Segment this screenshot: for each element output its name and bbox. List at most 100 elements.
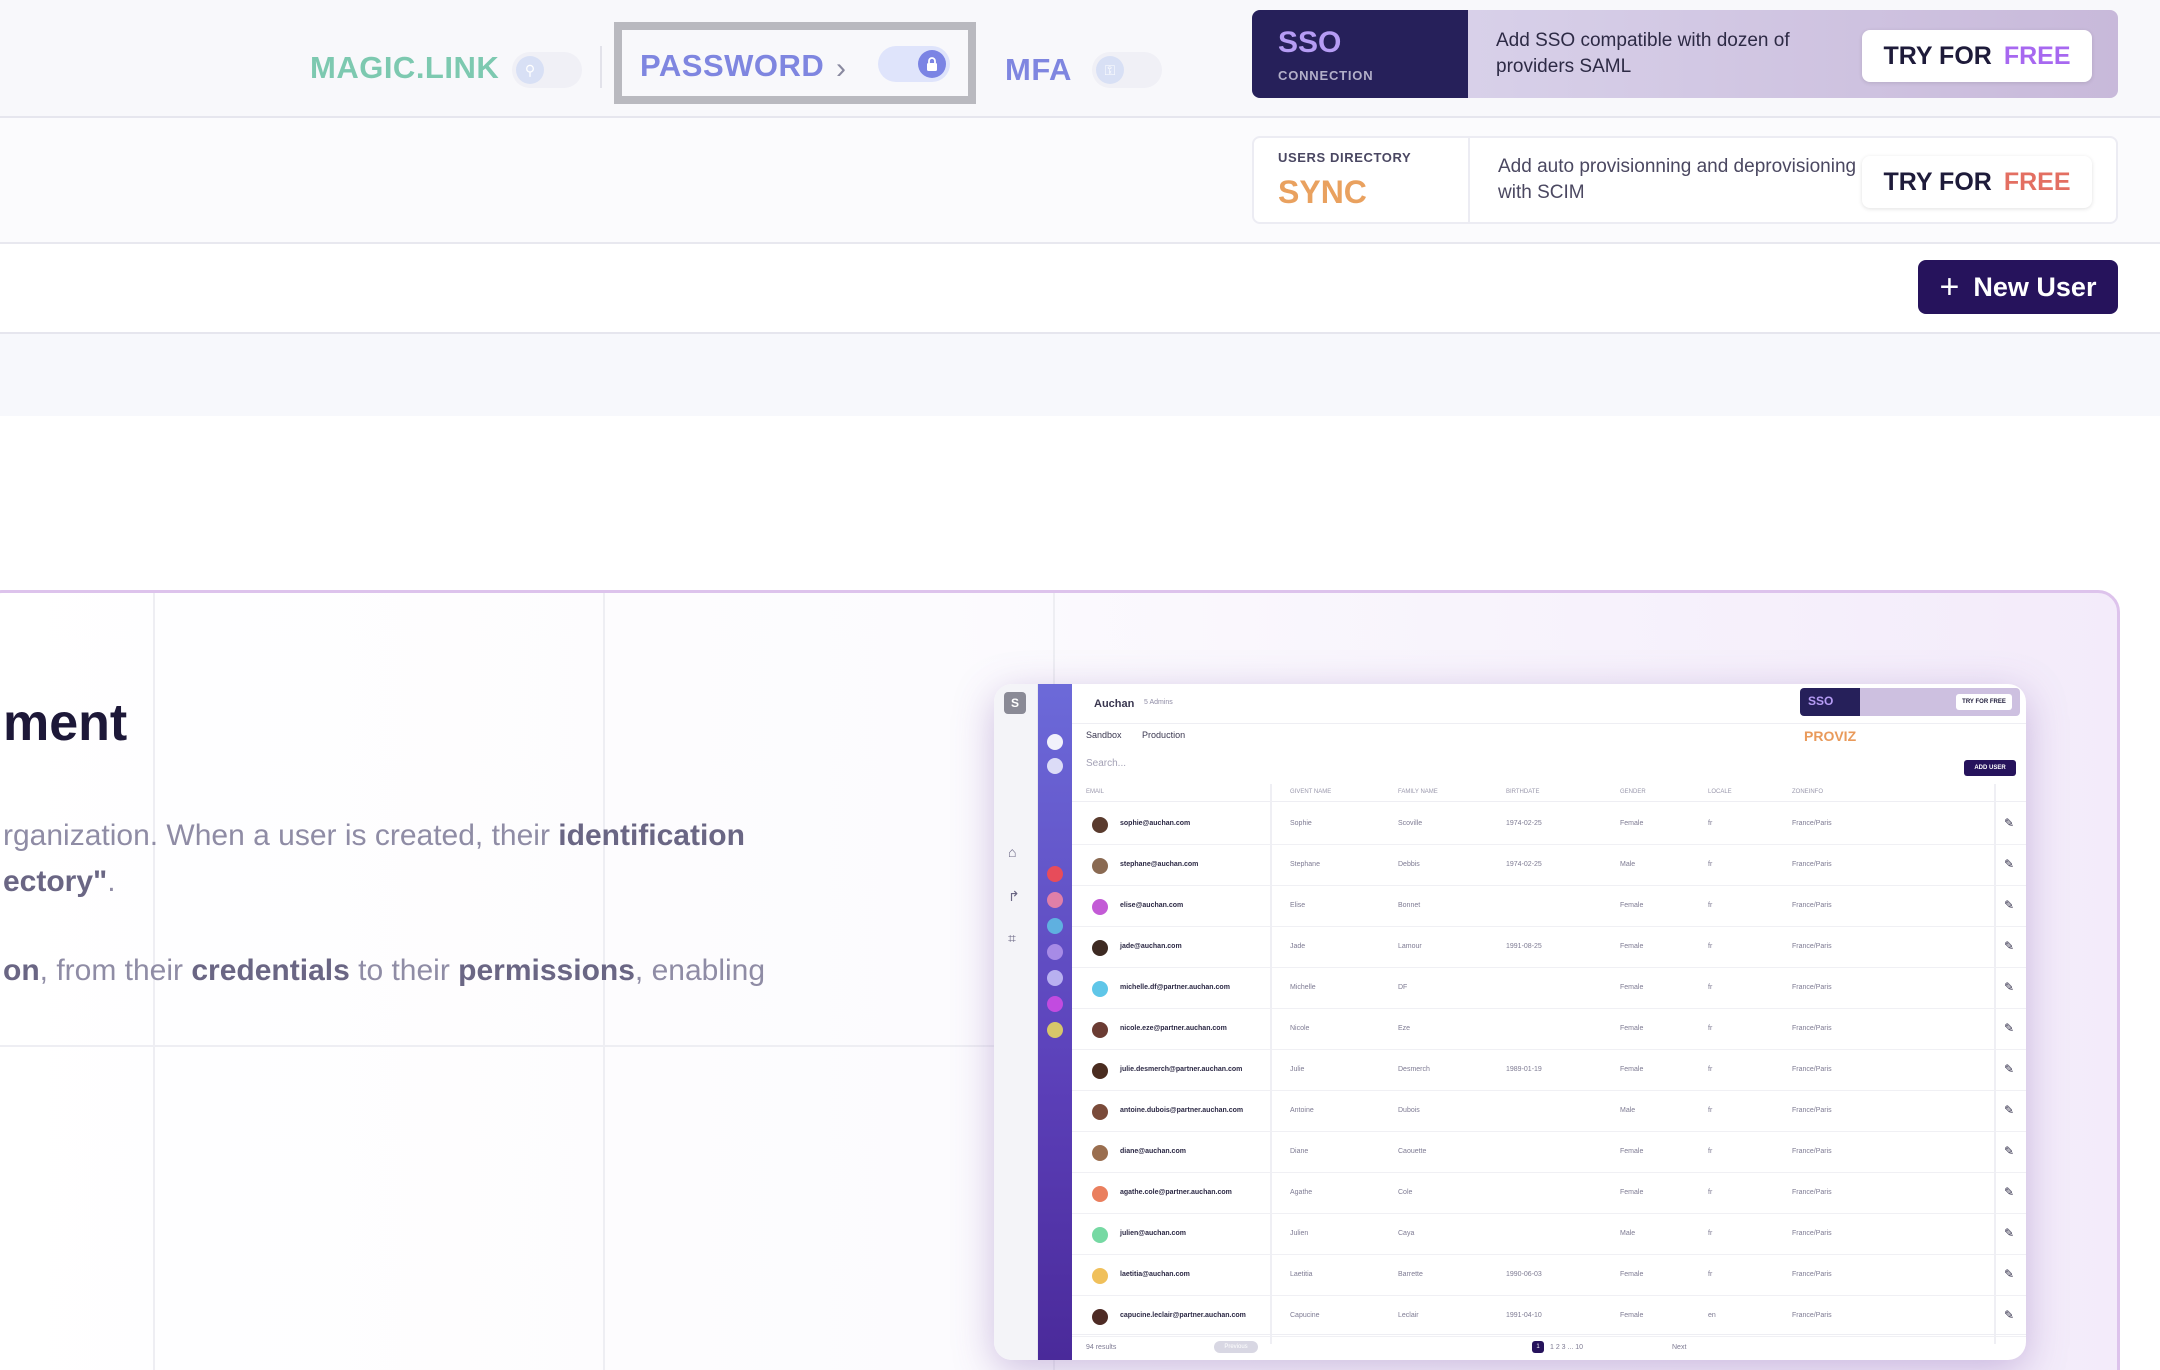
edit-icon[interactable]: ✎ (2004, 898, 2014, 912)
avatar (1092, 1145, 1108, 1161)
cell-zone: France/Paris (1792, 984, 1832, 991)
cell-gender: Female (1620, 902, 1644, 909)
next-button[interactable]: Next (1672, 1344, 1686, 1351)
user-email: diane@auchan.com (1120, 1148, 1186, 1155)
page-1-button[interactable]: 1 (1532, 1341, 1544, 1353)
cell-birth: 1990-06-03 (1506, 1271, 1542, 1278)
column-header[interactable]: BIRTHDATE (1506, 789, 1539, 795)
preview-sidebar (1038, 684, 1072, 1360)
edit-icon[interactable]: ✎ (2004, 1185, 2014, 1199)
table-row[interactable]: diane@auchan.com Diane Caouette Female fr Fra… (1072, 1132, 2026, 1173)
cell-birth: 1974-02-25 (1506, 820, 1542, 827)
table-row[interactable]: michelle.df@partner.auchan.com Michelle DF… (1072, 968, 2026, 1009)
user-email: agathe.cole@partner.auchan.com (1120, 1189, 1232, 1196)
edit-icon[interactable]: ✎ (2004, 1226, 2014, 1240)
column-header[interactable]: EMAIL (1086, 789, 1104, 795)
sync-try-free-button[interactable]: TRY FOR FREE (1862, 156, 2092, 208)
edit-icon[interactable]: ✎ (2004, 1021, 2014, 1035)
tab-production[interactable]: Production (1142, 730, 1185, 740)
new-user-button[interactable]: + New User (1918, 260, 2118, 314)
cell-locale: fr (1708, 1189, 1713, 1196)
password-toggle[interactable] (878, 46, 950, 82)
cell-zone: France/Paris (1792, 820, 1832, 827)
magic-link-toggle[interactable]: ⚲ (512, 52, 582, 88)
column-header[interactable]: FAMILY NAME (1398, 789, 1438, 795)
app-icon (1047, 1022, 1063, 1038)
feature-paragraph-3: on, from their credentials to their perm… (3, 948, 765, 994)
para-text: rganization. When a user is created, the… (3, 819, 559, 852)
edit-icon[interactable]: ✎ (2004, 980, 2014, 994)
cell-family: Caya (1398, 1230, 1415, 1237)
user-email: capucine.leclair@partner.auchan.com (1120, 1312, 1246, 1319)
cell-given: Agathe (1290, 1189, 1313, 1196)
previous-button[interactable]: Previous (1214, 1341, 1258, 1353)
cell-gender: Male (1620, 861, 1636, 868)
edit-icon[interactable]: ✎ (2004, 1308, 2014, 1322)
sync-subtitle: USERS DIRECTORY (1278, 150, 1412, 165)
app-icon (1047, 892, 1063, 908)
preview-add-user-button[interactable]: ADD USER (1964, 760, 2016, 776)
app-icon (1047, 866, 1063, 882)
cell-given: Elise (1290, 902, 1306, 909)
column-divider (1994, 784, 1996, 1344)
edit-icon[interactable]: ✎ (2004, 816, 2014, 830)
edit-icon[interactable]: ✎ (2004, 939, 2014, 953)
cell-family: Barrette (1398, 1271, 1423, 1278)
cell-gender: Female (1620, 1025, 1644, 1032)
column-header[interactable]: GIVENT NAME (1290, 789, 1331, 795)
table-row[interactable]: stephane@auchan.com Stephane Debbis 1974-02… (1072, 845, 2026, 886)
table-row[interactable]: capucine.leclair@partner.auchan.com Capuc… (1072, 1296, 2026, 1337)
table-row[interactable]: nicole.eze@partner.auchan.com Nicole Eze Fe… (1072, 1009, 2026, 1050)
para-bold: identification (558, 819, 745, 852)
magic-link-label: MAGIC.LINK (310, 50, 500, 85)
table-row[interactable]: elise@auchan.com Elise Bonnet Female fr Franc… (1072, 886, 2026, 927)
cell-given: Nicole (1290, 1025, 1310, 1032)
sync-tag: USERS DIRECTORY SYNC (1254, 138, 1470, 222)
table-row[interactable]: laetitia@auchan.com Laetitia Barrette 1990-… (1072, 1255, 2026, 1296)
column-header[interactable]: GENDER (1620, 789, 1646, 795)
page-list[interactable]: 1 2 3 ... 10 (1550, 1344, 1583, 1351)
preview-search-input[interactable]: Search... (1086, 758, 1126, 769)
cell-zone: France/Paris (1792, 1230, 1832, 1237)
para-bold: permissions (458, 954, 635, 987)
para-bold: ectory" (3, 865, 108, 898)
cell-zone: France/Paris (1792, 1189, 1832, 1196)
edit-icon[interactable]: ✎ (2004, 1144, 2014, 1158)
divider (600, 46, 602, 88)
column-header[interactable]: ZONEINFO (1792, 789, 1823, 795)
cell-zone: France/Paris (1792, 1066, 1832, 1073)
cell-zone: France/Paris (1792, 1107, 1832, 1114)
plus-icon: + (1939, 268, 1960, 306)
banner-row: USERS DIRECTORY SYNC Add auto provisionn… (0, 118, 2160, 244)
preview-try-free[interactable]: TRY FOR FREE (1956, 694, 2012, 710)
table-row[interactable]: jade@auchan.com Jade Lamour 1991-08-25 Femal… (1072, 927, 2026, 968)
cell-family: Scoville (1398, 820, 1423, 827)
para-bold: on (3, 954, 40, 987)
edit-icon[interactable]: ✎ (2004, 857, 2014, 871)
tab-sandbox[interactable]: Sandbox (1086, 730, 1122, 740)
edit-icon[interactable]: ✎ (2004, 1062, 2014, 1076)
mfa-toggle[interactable]: ⚿ (1092, 52, 1162, 88)
preview-pagination: 94 results Previous 1 1 2 3 ... 10 Next (1072, 1334, 2026, 1360)
cell-given: Capucine (1290, 1312, 1320, 1319)
filter-strip (0, 334, 2160, 416)
table-row[interactable]: julien@auchan.com Julien Caya Male fr France/… (1072, 1214, 2026, 1255)
table-row[interactable]: antoine.dubois@partner.auchan.com Antoine… (1072, 1091, 2026, 1132)
table-row[interactable]: agathe.cole@partner.auchan.com Agathe Cole… (1072, 1173, 2026, 1214)
feature-paragraph-2: ectory". (3, 859, 116, 905)
app-icon (1047, 944, 1063, 960)
table-row[interactable]: julie.desmerch@partner.auchan.com Julie De… (1072, 1050, 2026, 1091)
column-header[interactable]: LOCALE (1708, 789, 1732, 795)
cell-gender: Female (1620, 1148, 1644, 1155)
password-label[interactable]: PASSWORD (640, 48, 824, 84)
edit-icon[interactable]: ✎ (2004, 1103, 2014, 1117)
table-row[interactable]: sophie@auchan.com Sophie Scoville 1974-02-2… (1072, 804, 2026, 845)
link-icon: ⚲ (516, 56, 544, 84)
workspace-avatar: S (1004, 692, 1026, 714)
edit-icon[interactable]: ✎ (2004, 1267, 2014, 1281)
avatar (1092, 1309, 1108, 1325)
cell-locale: fr (1708, 1148, 1713, 1155)
chevron-right-icon[interactable]: › (836, 52, 846, 86)
sso-try-free-button[interactable]: TRY FOR FREE (1862, 30, 2092, 82)
cell-zone: France/Paris (1792, 1025, 1832, 1032)
